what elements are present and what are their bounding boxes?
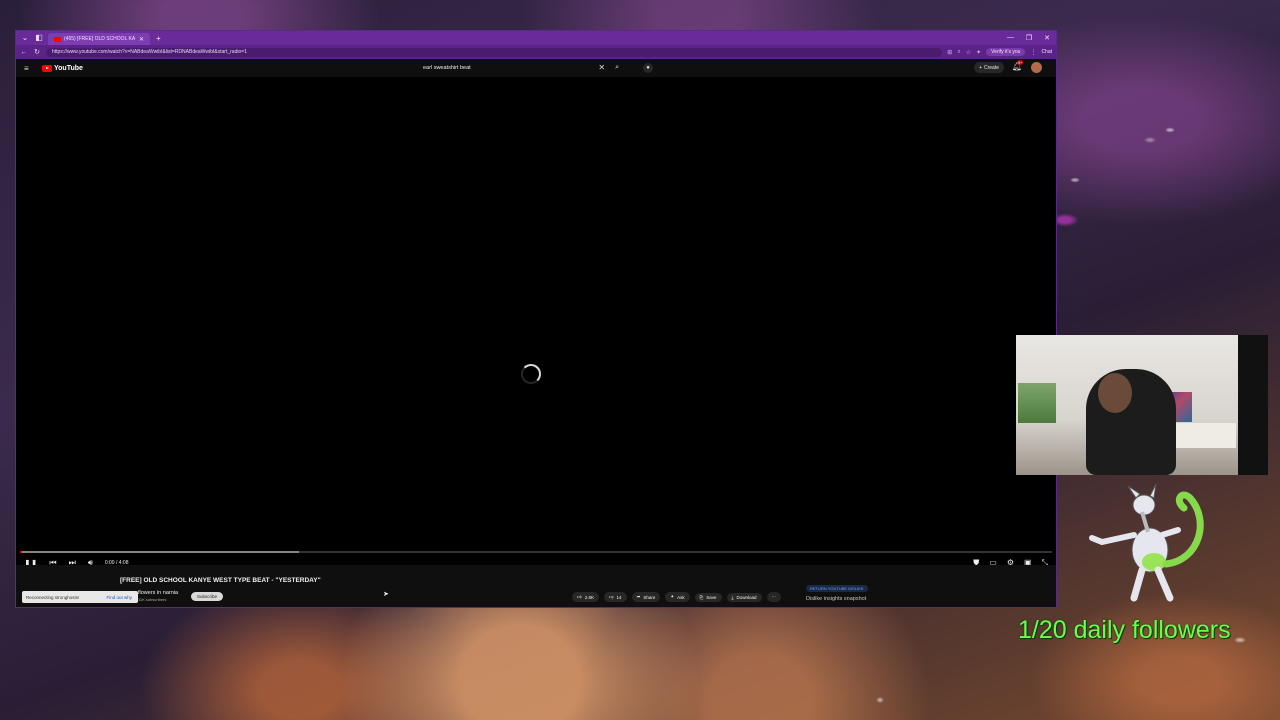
webcam-chair (1238, 335, 1268, 475)
mewtwo-sprite-icon (1089, 483, 1204, 602)
download-label: Download (736, 594, 757, 600)
video-info: [FREE] OLD SCHOOL KANYE WEST TYPE BEAT -… (16, 565, 1056, 607)
subscribe-button[interactable]: Subscribe (191, 592, 224, 601)
youtube-logo[interactable]: YouTube (42, 64, 83, 72)
extensions-puzzle-icon[interactable]: ✦ (976, 49, 981, 56)
save-label: Save (706, 594, 717, 600)
notification-badge: 9+ (1016, 60, 1024, 65)
streamer-head (1098, 373, 1132, 413)
webcam-window (1018, 383, 1056, 423)
more-dots-icon: ⋯ (771, 594, 777, 599)
zoom-icon[interactable]: ⌕ (957, 49, 960, 56)
voice-search-icon[interactable]: ● (643, 63, 653, 73)
video-player[interactable]: ❚❚ ⏮︎ ⏭︎ 🔊︎ 0:00 / 4:08 ⛊ ▭ ⚙ ▣ ⤡ (16, 77, 1056, 568)
ask-label: Ask (677, 594, 685, 600)
verify-button[interactable]: Verify it's you (986, 48, 1026, 56)
menu-dots-icon[interactable]: ⋮ (1030, 49, 1036, 56)
tab-bar: ⌄ ◧ (465) [FREE] OLD SCHOOL KA ✕ + — ❐ ✕ (16, 31, 1056, 45)
notification-toast: Reconnecting stronghosts! Find out why (22, 591, 138, 603)
youtube-header: ≡ YouTube earl sweatshirt beat ✕ ⌕ ● + Cr… (16, 59, 1056, 77)
share-icon: ➦ (636, 594, 641, 599)
youtube-favicon-icon (54, 36, 61, 42)
action-buttons: 👍︎ 2.8K 👎︎ 14 ➦ Share ✦ Ask ⎘ Save ⤓ Download … (572, 592, 782, 602)
minimize-icon[interactable]: — (1007, 34, 1014, 42)
extension-icon[interactable]: ⊞ (947, 49, 952, 56)
youtube-play-icon (42, 64, 52, 72)
youtube-logo-text: YouTube (54, 64, 83, 72)
create-button[interactable]: + Create (974, 62, 1004, 73)
address-bar[interactable]: https://www.youtube.com/watch?v=NABdeaWw… (46, 47, 943, 57)
share-button[interactable]: ➦ Share (631, 592, 661, 602)
new-tab-button[interactable]: + (156, 34, 161, 43)
browser-window: ⌄ ◧ (465) [FREE] OLD SCHOOL KA ✕ + — ❐ ✕… (16, 31, 1056, 607)
dislike-snapshot-link[interactable]: Dislike insights snapshot (806, 596, 866, 602)
more-actions-button[interactable]: ⋯ (766, 592, 782, 602)
tab-close-icon[interactable]: ✕ (139, 36, 144, 43)
share-label: Share (643, 594, 656, 600)
like-count: 2.8K (584, 594, 594, 600)
tab-actions-icon[interactable]: ◧ (34, 33, 44, 43)
clear-search-icon[interactable]: ✕ (598, 63, 605, 72)
download-button[interactable]: ⤓ Download (726, 592, 762, 602)
channel-name[interactable]: flowers in narnia (138, 590, 178, 596)
thumbs-down-icon: 👎︎ (608, 594, 614, 599)
toast-action-link[interactable]: Find out why (106, 595, 138, 600)
tab-title: (465) [FREE] OLD SCHOOL KA (64, 36, 136, 42)
chat-button[interactable]: Chat (1041, 49, 1052, 55)
hamburger-menu-icon[interactable]: ≡ (24, 64, 34, 73)
window-controls: — ❐ ✕ (1007, 34, 1056, 42)
like-button[interactable]: 👍︎ 2.8K (572, 592, 599, 602)
create-label: Create (983, 64, 999, 71)
webcam-overlay (1016, 335, 1268, 475)
tab-menu-icon[interactable]: ⌄ (20, 33, 30, 43)
sparkle-icon: ✦ (670, 594, 675, 599)
daily-followers-text: 1/20 daily followers (1018, 616, 1231, 644)
back-icon[interactable]: ← (20, 49, 28, 56)
ask-button[interactable]: ✦ Ask (665, 592, 690, 602)
bookmark-icon[interactable]: ☆ (966, 49, 971, 56)
mouse-cursor-icon: ➤ (383, 591, 389, 598)
tab-youtube[interactable]: (465) [FREE] OLD SCHOOL KA ✕ (48, 33, 150, 45)
progress-bar[interactable] (20, 551, 1052, 553)
dislike-count: 14 (616, 594, 622, 600)
toast-text: Reconnecting stronghosts! (26, 594, 80, 600)
thumbs-up-icon: 👍︎ (577, 594, 582, 599)
avatar[interactable] (1031, 62, 1042, 73)
url-text: https://www.youtube.com/watch?v=NABdeaWw… (52, 49, 247, 55)
close-window-icon[interactable]: ✕ (1044, 34, 1050, 42)
loading-spinner-icon (521, 364, 541, 384)
played-bar (20, 551, 22, 553)
search-box[interactable]: earl sweatshirt beat ✕ ⌕ (419, 62, 619, 73)
notifications-bell-icon[interactable]: 🔔︎ 9+ (1012, 60, 1024, 71)
buffered-bar (20, 551, 299, 553)
save-button[interactable]: ⎘ Save (694, 592, 722, 602)
webcam-bed (1176, 423, 1236, 448)
address-bar-row: ← ↻ https://www.youtube.com/watch?v=NABd… (16, 45, 1056, 59)
ryd-badge: RETURN YOUTUBE DISLIKE (806, 585, 868, 592)
search-icon[interactable]: ⌕ (615, 64, 619, 72)
restore-icon[interactable]: ❐ (1026, 34, 1032, 42)
dislike-button[interactable]: 👎︎ 14 (603, 592, 627, 602)
download-icon: ⤓ (731, 594, 734, 600)
search-input[interactable]: earl sweatshirt beat (419, 65, 598, 71)
bookmark-save-icon: ⎘ (699, 594, 704, 600)
video-title: [FREE] OLD SCHOOL KANYE WEST TYPE BEAT -… (120, 577, 321, 584)
plus-icon: + (979, 64, 982, 71)
reload-icon[interactable]: ↻ (33, 48, 41, 56)
subscriber-count: 11K subscribers (138, 597, 167, 602)
